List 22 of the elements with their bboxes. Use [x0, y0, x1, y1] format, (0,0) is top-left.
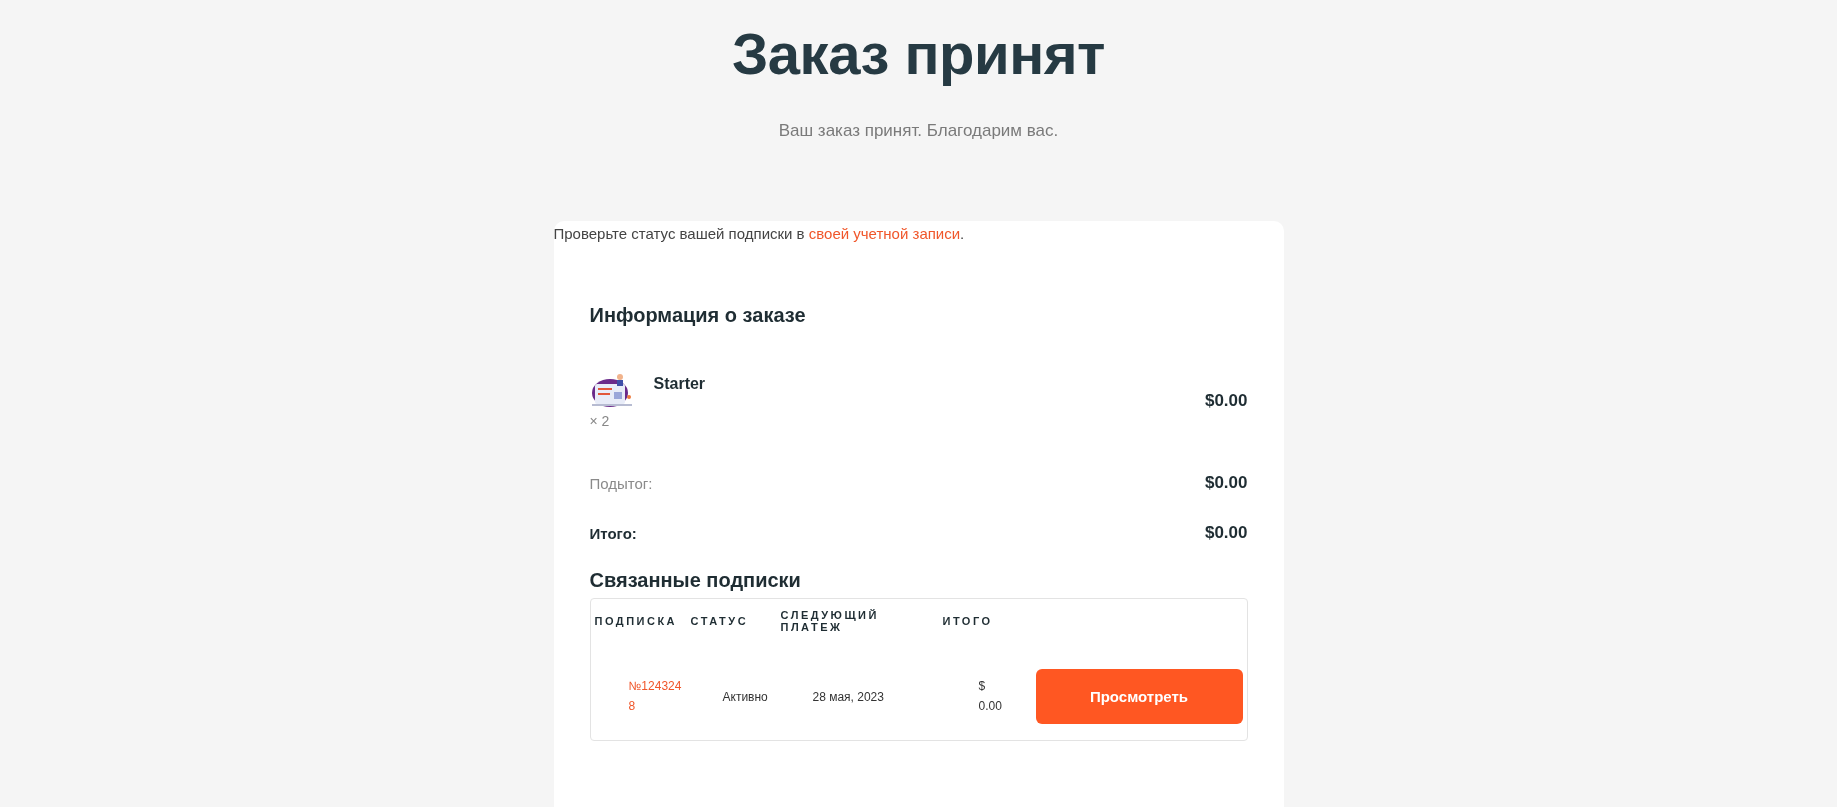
column-header: ИТОГО: [941, 614, 994, 629]
column-header: ПОДПИСКА: [593, 614, 679, 629]
product-quantity: × 2: [589, 413, 611, 429]
product-price: $0.00: [1204, 391, 1248, 411]
date-cell-text: 28 мая, 2023: [812, 689, 885, 704]
view-button[interactable]: Просмотреть: [1035, 669, 1243, 724]
page-title: Заказ принят: [732, 20, 1105, 87]
subscription-link[interactable]: №1243248: [628, 677, 687, 716]
section-heading: Связанные подписки: [589, 569, 802, 592]
subtotal-label: Подытог:: [589, 474, 653, 492]
status-cell-text: Активно: [722, 689, 769, 704]
column-header: СТАТУС: [689, 614, 750, 629]
total-cell-text: $ 0.00: [978, 678, 1003, 715]
total-label: Итого:: [589, 524, 637, 542]
total-value: $0.00: [1204, 523, 1248, 543]
account-link[interactable]: своей учетной записи: [808, 225, 961, 242]
confirmation-text: Ваш заказ принят. Благодарим вас.: [778, 121, 1059, 141]
section-heading: Информация о заказе: [589, 304, 807, 327]
column-header: СЛЕДУЮЩИЙ ПЛАТЕЖ: [779, 608, 880, 635]
subtotal-value: $0.00: [1204, 473, 1248, 493]
product-name: Starter: [653, 375, 706, 393]
subscription-notice: Проверьте статус вашей подписки в своей учетной записи.: [553, 225, 966, 242]
